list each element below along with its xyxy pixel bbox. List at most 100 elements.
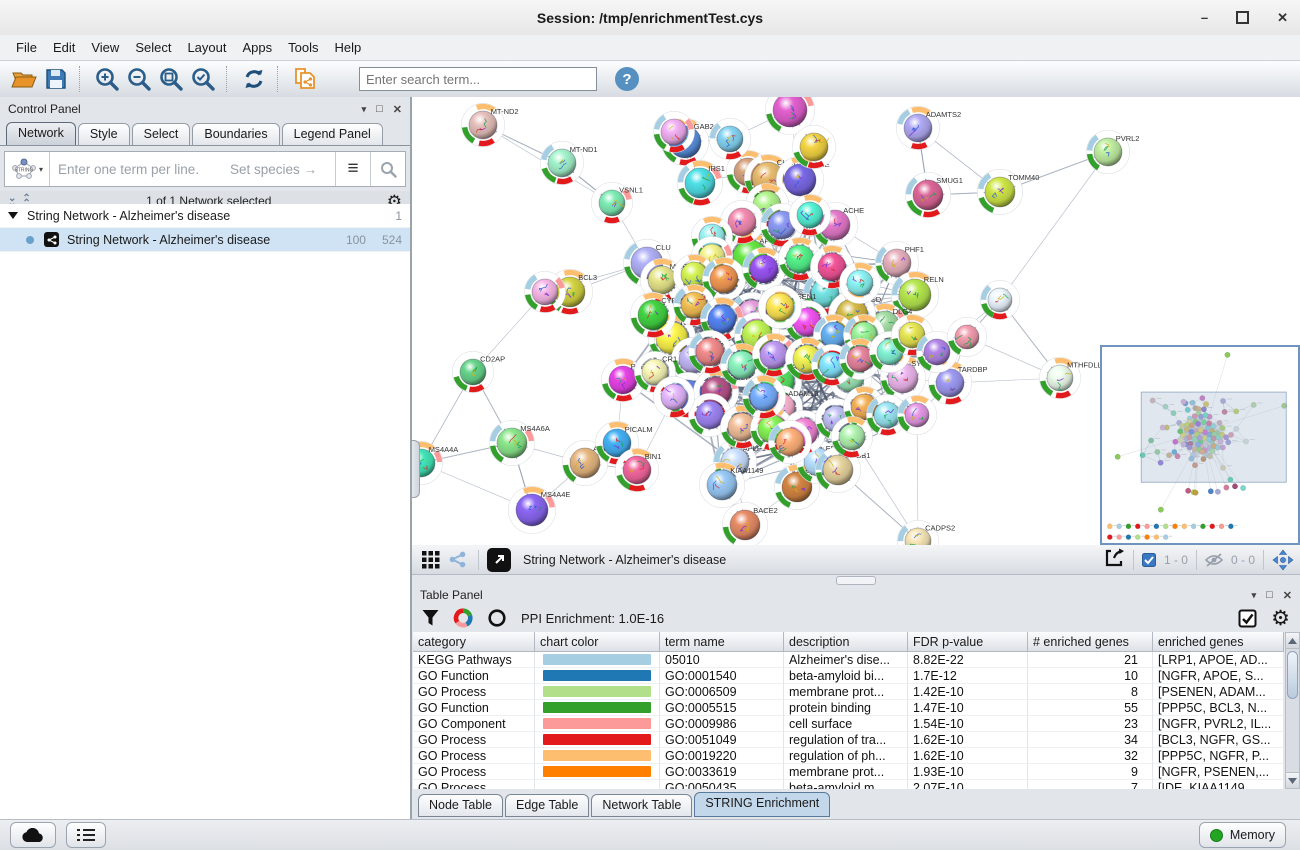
maximize-button[interactable] xyxy=(1236,11,1249,24)
scroll-up-icon[interactable] xyxy=(1286,633,1299,649)
open-in-string-button[interactable] xyxy=(487,548,511,572)
network-node[interactable]: MT-ND1 xyxy=(541,142,598,185)
tab-node-table[interactable]: Node Table xyxy=(418,794,503,817)
table-row[interactable]: GO FunctionGO:0001540beta-amyloid bi...1… xyxy=(413,668,1284,684)
close-button[interactable]: ✕ xyxy=(1277,10,1288,26)
select-all-checkbox-icon[interactable] xyxy=(1238,609,1257,628)
memory-button[interactable]: Memory xyxy=(1199,822,1286,848)
task-history-button[interactable] xyxy=(66,822,106,848)
network-node[interactable]: CD2AP xyxy=(453,352,506,393)
panel-divider-handle[interactable] xyxy=(412,440,420,498)
refresh-button[interactable] xyxy=(238,65,270,93)
zoom-selected-button[interactable] xyxy=(187,65,219,93)
column-header-FDR-p-value[interactable]: FDR p-value xyxy=(908,632,1028,652)
pan-navigate-icon[interactable] xyxy=(1272,549,1294,571)
birds-eye-view[interactable] xyxy=(1100,345,1300,545)
scrollbar-thumb[interactable] xyxy=(1287,651,1298,699)
column-header-term-name[interactable]: term name xyxy=(660,632,784,652)
splitter-grip-icon[interactable] xyxy=(836,576,876,585)
table-row[interactable]: GO ProcessGO:0006509membrane prot...1.42… xyxy=(413,684,1284,700)
table-row[interactable]: GO ProcessGO:0051049regulation of tra...… xyxy=(413,732,1284,748)
network-node[interactable] xyxy=(898,396,937,435)
table-vertical-scrollbar[interactable] xyxy=(1285,632,1300,789)
tree-expand-icon[interactable] xyxy=(8,212,18,219)
column-header-category[interactable]: category xyxy=(413,632,535,652)
network-node[interactable] xyxy=(710,119,751,160)
tab-boundaries[interactable]: Boundaries xyxy=(192,123,279,145)
menu-apps[interactable]: Apps xyxy=(235,37,281,58)
network-node[interactable]: MS4A4E xyxy=(509,487,571,534)
export-network-button[interactable] xyxy=(1103,547,1125,572)
network-node[interactable]: BACE2 xyxy=(723,503,778,546)
menu-select[interactable]: Select xyxy=(127,37,179,58)
panel-splitter[interactable] xyxy=(412,575,1300,585)
zoom-in-button[interactable] xyxy=(91,65,123,93)
network-canvas[interactable]: MT-ND2MT-ND1VSNL1CD2APMS4A4AMS4A6AMS4A4E… xyxy=(412,97,1300,545)
network-node[interactable]: ADAMTS2 xyxy=(897,107,962,150)
scroll-down-icon[interactable] xyxy=(1286,772,1299,788)
chart-donut-icon[interactable] xyxy=(453,608,473,628)
column-header-description[interactable]: description xyxy=(784,632,908,652)
network-node[interactable]: IRS1 xyxy=(678,161,725,206)
network-node[interactable]: MS4A6A xyxy=(490,421,550,466)
network-node[interactable]: BIN1 xyxy=(616,449,662,492)
table-row[interactable]: KEGG Pathways05010Alzheimer's dise...8.8… xyxy=(413,652,1284,668)
tab-string-enrichment[interactable]: STRING Enrichment xyxy=(694,792,830,817)
tab-network-table[interactable]: Network Table xyxy=(591,794,692,817)
viewport-rect[interactable] xyxy=(1141,392,1286,482)
string-logo[interactable]: STRING ▾ xyxy=(5,152,50,186)
grid-view-button[interactable] xyxy=(418,546,444,574)
tab-legend-panel[interactable]: Legend Panel xyxy=(282,123,383,145)
tab-style[interactable]: Style xyxy=(78,123,130,145)
zoom-out-button[interactable] xyxy=(123,65,155,93)
chart-ring-icon[interactable] xyxy=(487,608,507,628)
network-collection-row[interactable]: String Network - Alzheimer's disease 1 xyxy=(0,204,410,228)
search-input[interactable] xyxy=(359,67,597,91)
panel-close-icon[interactable]: ✕ xyxy=(393,103,402,116)
menu-file[interactable]: File xyxy=(8,37,45,58)
string-search-button[interactable] xyxy=(370,152,405,186)
panel-menu-icon[interactable]: ▾ xyxy=(1252,590,1257,601)
menu-edit[interactable]: Edit xyxy=(45,37,83,58)
network-node[interactable]: KIAA1149 xyxy=(700,463,764,508)
string-view-button[interactable] xyxy=(444,546,470,574)
panel-close-icon[interactable]: ✕ xyxy=(1283,589,1292,602)
panel-menu-icon[interactable]: ▾ xyxy=(362,104,367,115)
network-node[interactable] xyxy=(981,281,1020,320)
table-row[interactable]: GO FunctionGO:0005515protein binding1.47… xyxy=(413,700,1284,716)
save-session-button[interactable] xyxy=(40,65,72,93)
menu-layout[interactable]: Layout xyxy=(179,37,234,58)
panel-float-icon[interactable]: □ xyxy=(1266,589,1273,601)
zoom-fit-button[interactable] xyxy=(155,65,187,93)
network-row[interactable]: String Network - Alzheimer's disease 100… xyxy=(0,228,410,252)
minimize-button[interactable]: – xyxy=(1201,10,1208,25)
filter-icon[interactable] xyxy=(422,609,439,627)
panel-float-icon[interactable]: □ xyxy=(376,103,383,115)
network-node[interactable] xyxy=(948,318,987,357)
table-row[interactable]: GO ProcessGO:0019220regulation of ph...1… xyxy=(413,748,1284,764)
network-node[interactable]: MT-ND2 xyxy=(462,104,519,147)
column-header-enriched-genes[interactable]: enriched genes xyxy=(1153,632,1284,652)
tab-edge-table[interactable]: Edge Table xyxy=(505,794,589,817)
set-species-label[interactable]: Set species → xyxy=(230,162,327,177)
string-options-button[interactable]: ≡ xyxy=(335,152,370,186)
network-node[interactable]: TOMM40 xyxy=(978,170,1040,215)
menu-tools[interactable]: Tools xyxy=(280,37,326,58)
network-node[interactable]: PVRL2 xyxy=(1087,131,1140,174)
tab-network[interactable]: Network xyxy=(6,122,76,145)
table-row[interactable]: GO ComponentGO:0009986cell surface1.54E-… xyxy=(413,716,1284,732)
hidden-eye-icon[interactable] xyxy=(1205,553,1223,567)
menu-help[interactable]: Help xyxy=(327,37,370,58)
selected-checkbox-icon[interactable] xyxy=(1142,553,1156,567)
network-node[interactable]: SMUG1 xyxy=(906,173,963,218)
open-session-button[interactable] xyxy=(8,65,40,93)
column-header-chart-color[interactable]: chart color xyxy=(535,632,660,652)
menu-view[interactable]: View xyxy=(83,37,127,58)
settings-gear-icon[interactable]: ⚙ xyxy=(1271,608,1290,629)
network-node[interactable]: MTHFDLL xyxy=(1040,358,1102,399)
column-header--enriched-genes[interactable]: # enriched genes xyxy=(1028,632,1153,652)
clone-network-button[interactable] xyxy=(289,65,321,93)
table-row[interactable]: GO ProcessGO:0033619membrane prot...1.93… xyxy=(413,764,1284,780)
string-query-input[interactable]: Enter one term per line. Set species → xyxy=(50,162,335,177)
tab-select[interactable]: Select xyxy=(132,123,191,145)
